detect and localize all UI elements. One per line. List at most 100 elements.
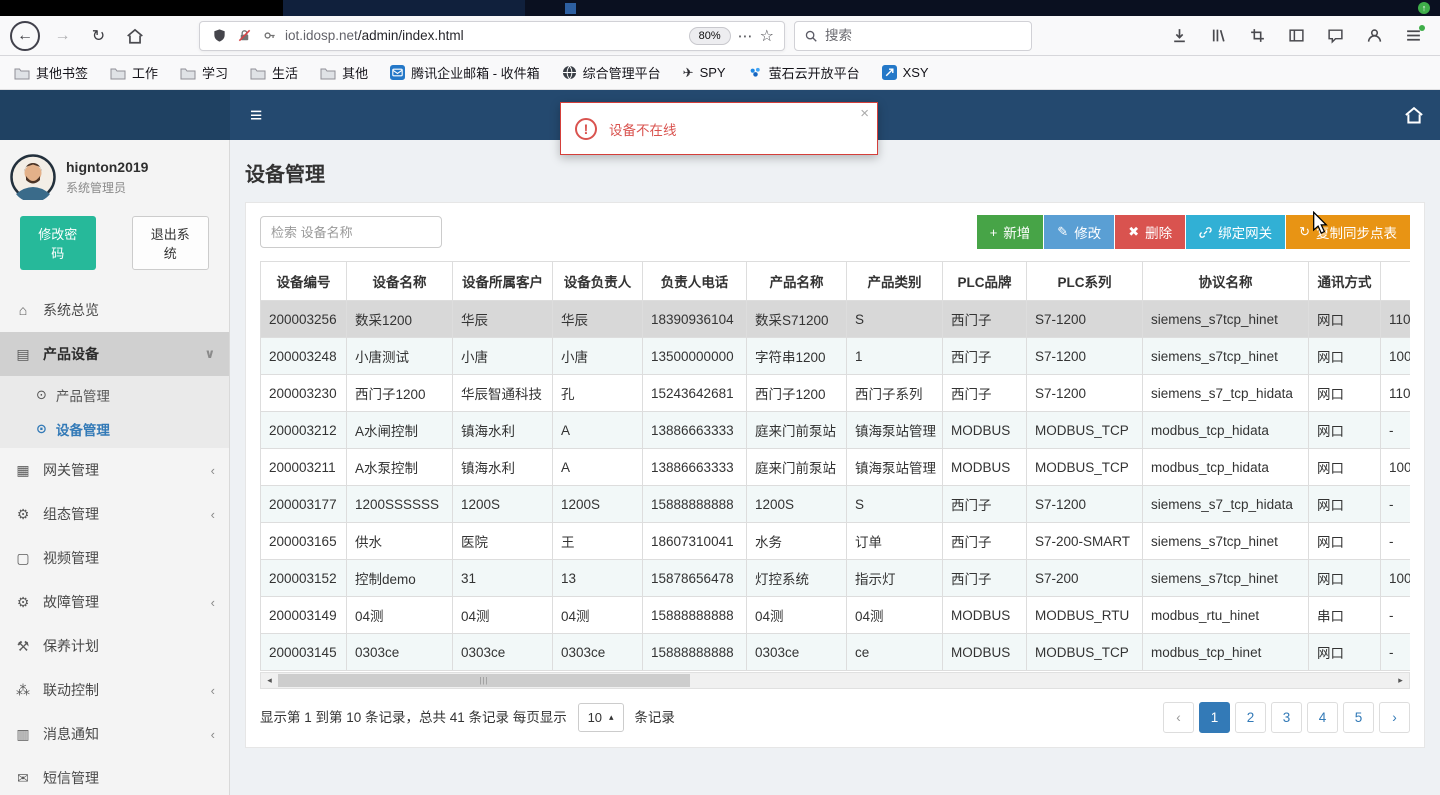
column-header[interactable]: 产品类别: [846, 261, 943, 301]
sidebar-item-product-management[interactable]: ⊙ 产品管理: [0, 378, 229, 412]
column-header[interactable]: PLC品牌: [942, 261, 1027, 301]
sidebar-item-system-overview[interactable]: ⌂ 系统总览: [0, 288, 229, 332]
column-header[interactable]: 协议名称: [1142, 261, 1309, 301]
screenshot-crop-icon[interactable]: [1248, 27, 1266, 45]
device-search-input[interactable]: [260, 216, 442, 248]
table-row[interactable]: 200003256 数采1200 华辰 华辰 18390936104 数采S71200 S 西…: [260, 300, 1410, 338]
sidebar-item-linkage-control[interactable]: ⁂ 联动控制 ‹: [0, 668, 229, 712]
sidebar-item-label: 故障管理: [43, 594, 99, 610]
change-password-button[interactable]: 修改密码: [20, 216, 96, 270]
scroll-left-icon[interactable]: ◂: [261, 675, 278, 686]
copy-sync-table-button[interactable]: ↻ 复制同步点表: [1286, 215, 1410, 249]
sidebar-toggle-browser-icon[interactable]: [1287, 27, 1305, 45]
sidebar-toggle-icon[interactable]: ≡: [250, 105, 262, 126]
page-size-select[interactable]: 10 ▴: [577, 703, 624, 732]
sidebar-item-sms-management[interactable]: ✉ 短信管理: [0, 756, 229, 795]
column-header[interactable]: PLC系列: [1026, 261, 1143, 301]
table-row[interactable]: 200003212 A水闸控制 镇海水利 A 13886663333 庭来门前泵站 镇海泵站…: [260, 411, 1410, 449]
user-role: 系统管理员: [66, 180, 127, 195]
tracking-shield-icon[interactable]: [210, 27, 228, 45]
bookmark-item[interactable]: 工作: [110, 63, 158, 82]
pagination-page-5[interactable]: 5: [1343, 702, 1374, 733]
pagination-page-1[interactable]: 1: [1199, 702, 1230, 733]
forward-button[interactable]: →: [49, 22, 76, 49]
avatar[interactable]: [10, 154, 56, 203]
sidebar-item-device-management[interactable]: ⊙ 设备管理: [0, 412, 229, 446]
table-cell: MODBUS_TCP: [1026, 448, 1143, 486]
sidebar-item-message-notify[interactable]: ▥ 消息通知 ‹: [0, 712, 229, 756]
bookmark-item[interactable]: 综合管理平台: [562, 63, 661, 82]
column-header[interactable]: 设备编号: [260, 261, 347, 301]
table-row[interactable]: 200003152 控制demo 31 13 15878656478 灯控系统 指示灯 西门子…: [260, 559, 1410, 597]
bookmark-item[interactable]: 其他: [320, 63, 368, 82]
add-button[interactable]: + 新增: [976, 215, 1044, 249]
column-header[interactable]: 已绑定网关: [1380, 261, 1410, 301]
bookmark-item[interactable]: XSY: [881, 65, 929, 80]
records-info: 显示第 1 到第 10 条记录，总共 41 条记录 每页显示 10 ▴ 条记录: [260, 703, 675, 732]
sidebar-item-maintenance-plan[interactable]: ⚒ 保养计划: [0, 624, 229, 668]
table-row[interactable]: 200003165 供水 医院王 18607310041 水务 订单 西门子 S7-200-S…: [260, 522, 1410, 560]
table-cell: 0303ce: [746, 633, 847, 671]
browser-search-input[interactable]: [825, 28, 1022, 43]
sidebar-item-config-management[interactable]: ⚙ 组态管理 ‹: [0, 492, 229, 536]
table-row[interactable]: 200003248 小唐测试 小唐 小唐 13500000000 字符串1200 1 西门子 S…: [260, 337, 1410, 375]
column-header[interactable]: 设备名称: [346, 261, 453, 301]
bookmark-item[interactable]: ✈ SPY: [683, 65, 726, 81]
active-tab[interactable]: [283, 0, 525, 16]
back-button[interactable]: ←: [10, 20, 40, 51]
app-sidebar: hignton2019 系统管理员 修改密码 退出系统 ⌂ 系统总览 ▤ 产品设备 ∨ ⊙…: [0, 140, 230, 795]
table-row[interactable]: 200003177 1200SSSSSS 1200S 1200S 15888888888…: [260, 485, 1410, 523]
search-bar[interactable]: [794, 20, 1032, 51]
menu-hamburger-icon[interactable]: [1404, 24, 1425, 45]
tab-bar[interactable]: ↑: [0, 0, 1440, 16]
sidebar-item-product-device[interactable]: ▤ 产品设备 ∨: [0, 332, 229, 376]
scroll-right-icon[interactable]: ▸: [1392, 675, 1409, 686]
column-header[interactable]: 设备负责人: [552, 261, 643, 301]
permissions-icon[interactable]: [260, 27, 278, 45]
update-available-icon[interactable]: ↑: [1418, 2, 1430, 14]
pagination-page-2[interactable]: 2: [1235, 702, 1266, 733]
column-header[interactable]: 通讯方式: [1308, 261, 1381, 301]
app-home-icon[interactable]: [1404, 106, 1424, 124]
bookmark-star-icon[interactable]: ☆: [760, 26, 774, 46]
bookmark-item[interactable]: 学习: [180, 63, 228, 82]
table-row[interactable]: 200003145 0303ce 0303ce 0303ce 15888888888 03…: [260, 633, 1410, 671]
account-icon[interactable]: [1365, 27, 1383, 45]
edit-button[interactable]: ✎ 修改: [1044, 215, 1115, 249]
messages-icon[interactable]: [1326, 27, 1344, 45]
table-cell: MODBUS_RTU: [1026, 596, 1143, 634]
sidebar-item-fault-management[interactable]: ⚙ 故障管理 ‹: [0, 580, 229, 624]
bookmark-item[interactable]: 腾讯企业邮箱 - 收件箱: [390, 63, 540, 82]
url-bar[interactable]: iot.idosp.net /admin/index.html 80% ⋯ ☆: [199, 20, 785, 51]
page-actions-icon[interactable]: ⋯: [738, 27, 753, 45]
bookmark-item[interactable]: 生活: [250, 63, 298, 82]
scrollbar-track[interactable]: |||: [278, 673, 1392, 688]
column-header[interactable]: 产品名称: [746, 261, 847, 301]
bookmark-item[interactable]: 其他书签: [14, 63, 88, 82]
pagination-page-4[interactable]: 4: [1307, 702, 1338, 733]
pagination-prev[interactable]: ‹: [1163, 702, 1194, 733]
table-row[interactable]: 200003211 A水泵控制 镇海水利 A 13886663333 庭来门前泵站 镇海泵站…: [260, 448, 1410, 486]
delete-button[interactable]: ✖ 删除: [1115, 215, 1186, 249]
pagination-page-3[interactable]: 3: [1271, 702, 1302, 733]
alert-close-icon[interactable]: ×: [860, 105, 869, 122]
bind-gateway-button[interactable]: 绑定网关: [1186, 215, 1286, 249]
browser-home-button[interactable]: [121, 22, 148, 49]
scrollbar-thumb[interactable]: |||: [278, 674, 691, 687]
reload-button[interactable]: ↻: [85, 22, 112, 49]
horizontal-scrollbar[interactable]: ◂ ||| ▸: [260, 672, 1410, 689]
logout-button[interactable]: 退出系统: [131, 216, 209, 270]
zoom-indicator[interactable]: 80%: [688, 26, 731, 45]
column-header[interactable]: 设备所属客户: [452, 261, 553, 301]
table-row[interactable]: 200003149 04测 04测 04测 15888888888 04测 04测 MODBU…: [260, 596, 1410, 634]
pagination-next[interactable]: ›: [1379, 702, 1410, 733]
library-icon[interactable]: [1209, 27, 1227, 45]
table-cell: 西门子: [942, 300, 1027, 338]
insecure-lock-icon[interactable]: [235, 27, 253, 45]
table-row[interactable]: 200003230 西门子1200 华辰智通科技孔 15243642681 西门子120…: [260, 374, 1410, 412]
sidebar-item-gateway-management[interactable]: ▦ 网关管理 ‹: [0, 448, 229, 492]
bookmark-item[interactable]: 萤石云开放平台: [748, 63, 860, 82]
downloads-icon[interactable]: [1170, 27, 1188, 45]
column-header[interactable]: 负责人电话: [642, 261, 747, 301]
sidebar-item-video-management[interactable]: ▢ 视频管理: [0, 536, 229, 580]
